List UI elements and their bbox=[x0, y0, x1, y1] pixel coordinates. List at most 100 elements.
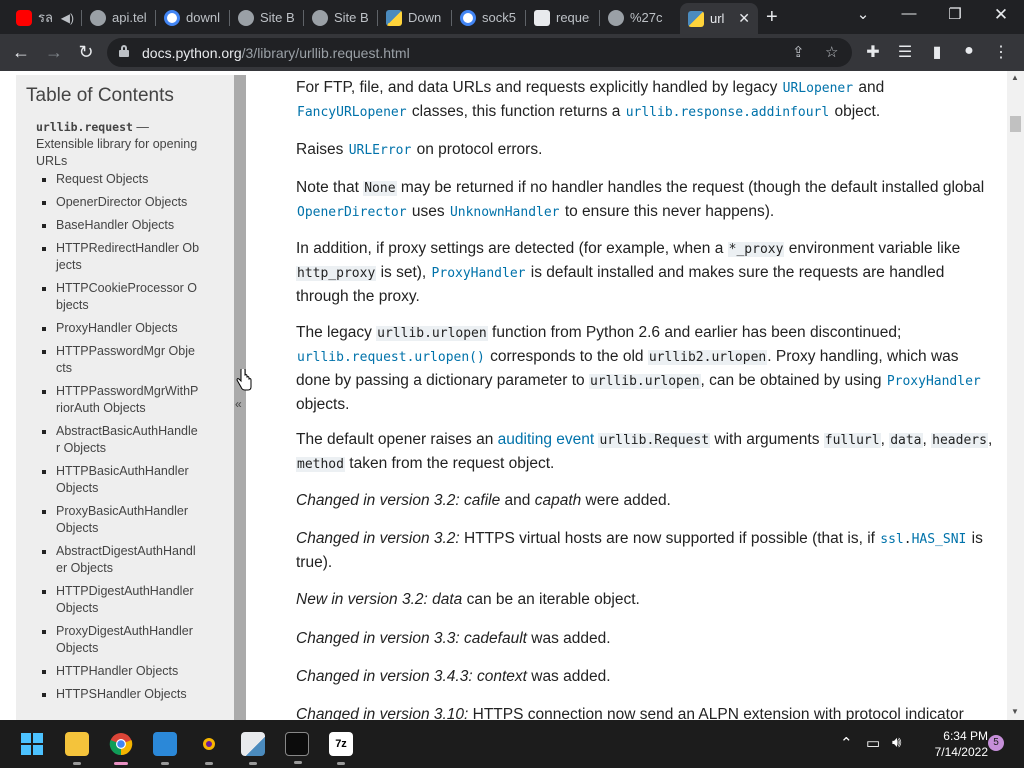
version-note: New in version 3.2: data can be an itera… bbox=[296, 591, 640, 608]
new-tab-icon[interactable]: + bbox=[766, 6, 778, 29]
reading-list-icon[interactable]: ☰ bbox=[894, 42, 916, 62]
paragraph: For FTP, file, and data URLs and request… bbox=[296, 79, 885, 120]
forward-icon[interactable]: → bbox=[43, 42, 65, 63]
back-icon[interactable]: ← bbox=[10, 42, 32, 63]
minimize-icon[interactable]: — bbox=[894, 5, 924, 22]
toc-item[interactable]: Request Objects bbox=[36, 171, 201, 188]
browser-tab[interactable]: reques bbox=[526, 3, 600, 32]
toc-item[interactable]: ProxyBasicAuthHandler Objects bbox=[36, 503, 201, 537]
menu-icon[interactable]: ⋮ bbox=[990, 42, 1012, 62]
taskbar: 7z ⌃ ▭ 🔊︎ 6:34 PM 7/14/2022 5 bbox=[0, 720, 1024, 768]
toc-sidebar: Table of Contents urllib.request — Exten… bbox=[16, 75, 246, 720]
browser-tab[interactable]: Site Bl bbox=[230, 3, 304, 32]
toc-item[interactable]: OpenerDirector Objects bbox=[36, 194, 201, 211]
version-note: Changed in version 3.10: HTTPS connectio… bbox=[296, 706, 964, 720]
browser-tab[interactable]: รล ◀) bbox=[8, 3, 82, 32]
extensions-icon[interactable]: ✚ bbox=[862, 42, 884, 62]
version-note: Changed in version 3.3: cadefault was ad… bbox=[296, 630, 611, 647]
share-icon[interactable]: ⇪ bbox=[792, 43, 805, 61]
scroll-up-icon[interactable]: ▲ bbox=[1011, 73, 1019, 82]
clock[interactable]: 6:34 PM 7/14/2022 bbox=[916, 728, 988, 760]
toc-module-link[interactable]: urllib.request — Extensible library for … bbox=[36, 119, 201, 170]
google-icon bbox=[460, 9, 476, 26]
link-proxyhandler[interactable]: ProxyHandler bbox=[886, 374, 982, 389]
terminal-icon[interactable] bbox=[285, 732, 309, 764]
tab-search-icon[interactable]: ⌄ bbox=[848, 5, 878, 23]
volume-icon[interactable]: 🔊︎ bbox=[892, 734, 901, 751]
globe-icon bbox=[90, 9, 106, 26]
page-scroll-thumb[interactable] bbox=[1010, 116, 1021, 132]
collapse-sidebar-button[interactable]: « bbox=[234, 75, 246, 720]
browser-tab[interactable]: Site Bl bbox=[304, 3, 378, 32]
link-urlerror[interactable]: URLError bbox=[348, 143, 413, 158]
7zip-icon[interactable]: 7z bbox=[329, 732, 353, 765]
package-icon bbox=[534, 9, 550, 26]
browser-tab[interactable]: downl bbox=[156, 3, 230, 32]
link-ssl-has-sni[interactable]: ssl.HAS_SNI bbox=[879, 532, 967, 547]
side-panel-icon[interactable]: ▮ bbox=[926, 42, 948, 62]
network-icon[interactable]: ▭ bbox=[866, 734, 880, 752]
windows-start-icon[interactable] bbox=[20, 732, 44, 756]
toc-item[interactable]: ProxyHandler Objects bbox=[36, 320, 201, 337]
notification-badge[interactable]: 5 bbox=[988, 735, 1004, 751]
hand-cursor-icon bbox=[236, 369, 252, 391]
toc-item[interactable]: BaseHandler Objects bbox=[36, 217, 201, 234]
toc-list: urllib.request — Extensible library for … bbox=[36, 119, 201, 709]
toc-item[interactable]: HTTPRedirectHandler Objects bbox=[36, 240, 201, 274]
close-tab-icon[interactable]: ✕ bbox=[738, 10, 750, 27]
python-icon bbox=[688, 10, 704, 27]
chrome-icon[interactable] bbox=[109, 732, 133, 765]
python-file-icon[interactable] bbox=[241, 732, 265, 765]
restore-icon[interactable]: ❐ bbox=[940, 5, 970, 23]
link-auditing-event[interactable]: auditing event bbox=[498, 431, 595, 448]
bookmark-star-icon[interactable]: ☆ bbox=[825, 43, 838, 61]
browser-tab-active[interactable]: url ✕ bbox=[680, 3, 758, 34]
toc-item[interactable]: AbstractBasicAuthHandler Objects bbox=[36, 423, 201, 457]
toc-item[interactable]: HTTPBasicAuthHandler Objects bbox=[36, 463, 201, 497]
browser-tab-bar: รล ◀) api.tel downl Site Bl Site Bl Down… bbox=[0, 0, 1024, 34]
browser-tab[interactable]: api.tel bbox=[82, 3, 156, 32]
toc-item[interactable]: ProxyDigestAuthHandler Objects bbox=[36, 623, 201, 657]
profile-icon[interactable]: ● bbox=[958, 42, 980, 60]
paragraph: Note that None may be returned if no han… bbox=[296, 179, 985, 220]
store-icon[interactable] bbox=[153, 732, 177, 765]
toc-item[interactable]: AbstractDigestAuthHandler Objects bbox=[36, 543, 201, 577]
app-icon[interactable] bbox=[197, 732, 221, 765]
page-scrollbar[interactable]: ▲ ▼ bbox=[1007, 71, 1024, 720]
address-bar[interactable]: docs.python.org/3/library/urllib.request… bbox=[107, 38, 852, 67]
toc-item[interactable]: HTTPSHandler Objects bbox=[36, 686, 201, 703]
paragraph: The legacy urllib.urlopen function from … bbox=[296, 324, 982, 413]
toc-item[interactable]: HTTPHandler Objects bbox=[36, 663, 201, 680]
link-fancyurlopener[interactable]: FancyURLopener bbox=[296, 105, 408, 120]
browser-tab[interactable]: %27c bbox=[600, 3, 678, 32]
toc-item[interactable]: HTTPPasswordMgr Objects bbox=[36, 343, 201, 377]
file-explorer-icon[interactable] bbox=[65, 732, 89, 765]
chevron-up-icon[interactable]: ⌃ bbox=[840, 734, 853, 752]
toc-item[interactable]: HTTPDigestAuthHandler Objects bbox=[36, 583, 201, 617]
globe-icon bbox=[312, 9, 328, 26]
link-openerdirector[interactable]: OpenerDirector bbox=[296, 205, 408, 220]
google-icon bbox=[164, 9, 180, 26]
browser-tab[interactable]: sock5c bbox=[452, 3, 526, 32]
browser-tab[interactable]: Downl bbox=[378, 3, 452, 32]
link-unknownhandler[interactable]: UnknownHandler bbox=[449, 205, 561, 220]
scroll-down-icon[interactable]: ▼ bbox=[1011, 707, 1019, 716]
toc-item[interactable]: HTTPCookieProcessor Objects bbox=[36, 280, 201, 314]
version-note: Changed in version 3.2: cafile and capat… bbox=[296, 492, 671, 509]
link-urlopen[interactable]: urllib.request.urlopen() bbox=[296, 350, 486, 365]
version-note: Changed in version 3.2: HTTPS virtual ho… bbox=[296, 530, 983, 571]
paragraph: Raises URLError on protocol errors. bbox=[296, 141, 543, 158]
toc-item[interactable]: HTTPPasswordMgrWithPriorAuth Objects bbox=[36, 383, 201, 417]
link-urlopener[interactable]: URLopener bbox=[782, 81, 854, 96]
audio-icon[interactable]: ◀) bbox=[61, 11, 74, 25]
page-viewport: Table of Contents urllib.request — Exten… bbox=[0, 71, 1024, 720]
globe-icon bbox=[608, 9, 624, 26]
link-proxyhandler[interactable]: ProxyHandler bbox=[431, 266, 527, 281]
paragraph: The default opener raises an auditing ev… bbox=[296, 431, 993, 472]
close-window-icon[interactable]: ✕ bbox=[986, 5, 1016, 25]
reload-icon[interactable]: ↻ bbox=[75, 42, 97, 63]
link-addinfourl[interactable]: urllib.response.addinfourl bbox=[625, 105, 831, 120]
lock-icon[interactable] bbox=[119, 45, 129, 57]
toc-title: Table of Contents bbox=[26, 85, 174, 106]
url-text[interactable]: docs.python.org/3/library/urllib.request… bbox=[142, 45, 410, 61]
